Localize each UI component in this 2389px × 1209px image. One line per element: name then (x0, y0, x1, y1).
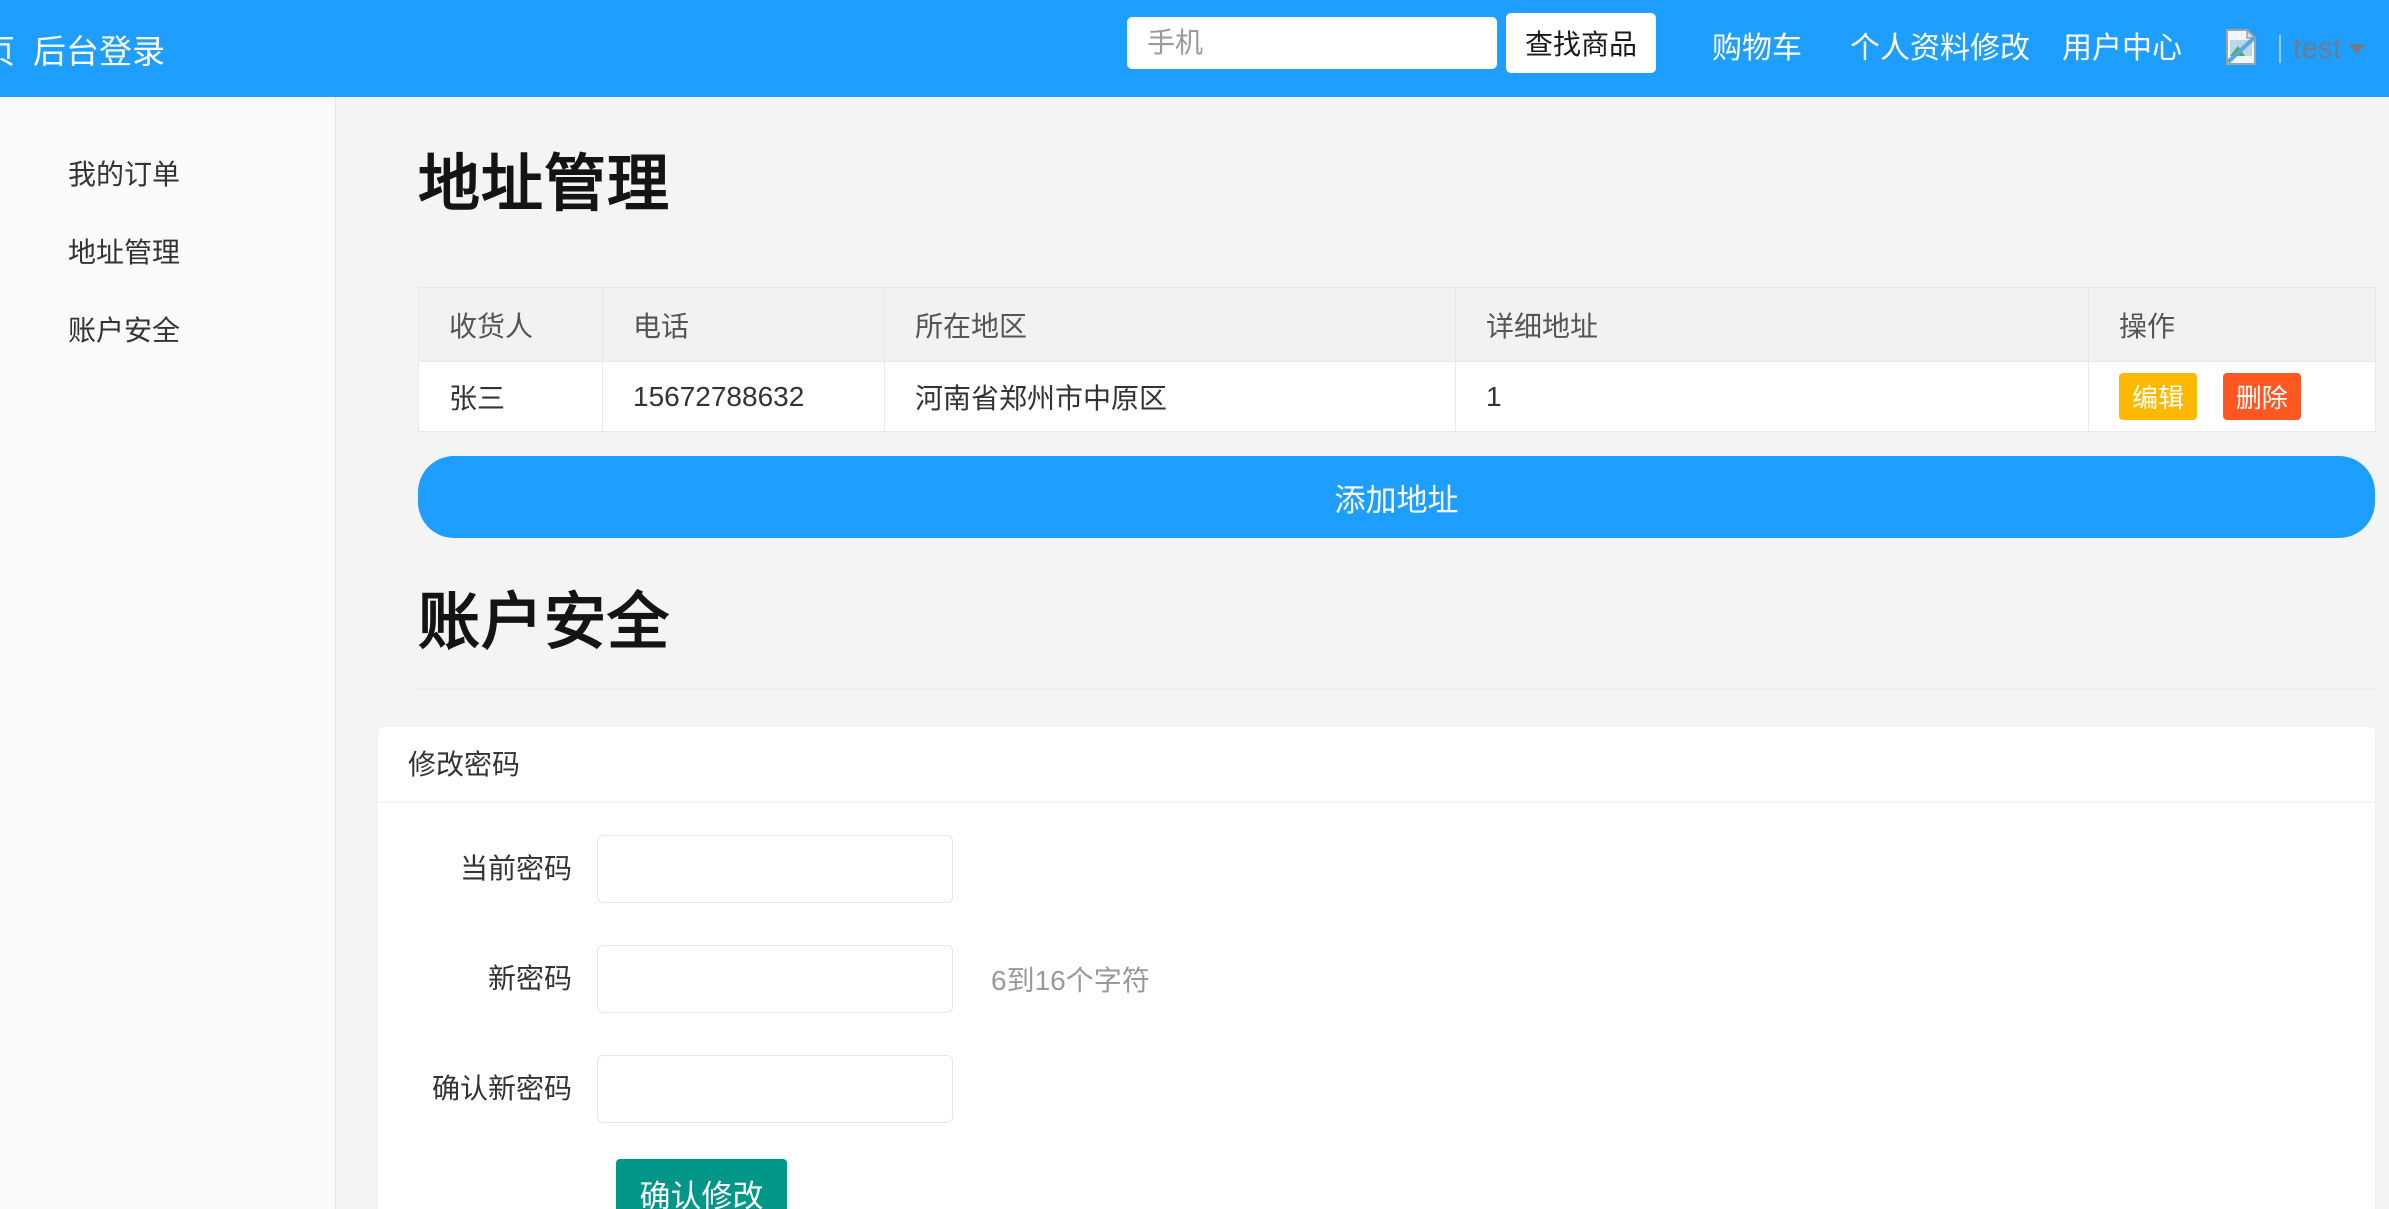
new-password-field[interactable] (597, 945, 953, 1013)
nav-item-user-center[interactable]: 用户中心 (2062, 0, 2182, 97)
confirm-change-button[interactable]: 确认修改 (616, 1159, 787, 1209)
change-password-form: 当前密码 新密码 6到16个字符 确认新密码 确认修改 (378, 803, 2375, 1209)
chevron-down-icon[interactable] (2348, 44, 2366, 54)
sidebar-item-account-security[interactable]: 账户安全 (0, 292, 335, 370)
delete-button[interactable]: 删除 (2223, 373, 2301, 420)
cell-phone: 15672788632 (603, 362, 885, 432)
page-title-address: 地址管理 (418, 133, 670, 223)
col-header-receiver: 收货人 (419, 288, 603, 362)
cell-region: 河南省郑州市中原区 (885, 362, 1456, 432)
current-password-field[interactable] (597, 835, 953, 903)
broken-image-icon[interactable] (2224, 26, 2258, 70)
new-password-hint: 6到16个字符 (991, 959, 1150, 999)
nav-item-profile-edit[interactable]: 个人资料修改 (1850, 0, 2030, 97)
col-header-detail: 详细地址 (1456, 288, 2089, 362)
top-navbar: 首页 后台登录 查找商品 购物车 个人资料修改 用户中心 test (0, 0, 2389, 97)
user-divider (2279, 35, 2281, 63)
new-password-label: 新密码 (378, 945, 572, 1013)
card-title: 修改密码 (378, 727, 2375, 803)
address-table: 收货人 电话 所在地区 详细地址 操作 张三 15672788632 河南省郑州… (418, 287, 2376, 432)
confirm-password-label: 确认新密码 (378, 1055, 572, 1123)
col-header-region: 所在地区 (885, 288, 1456, 362)
form-row-current-password: 当前密码 (378, 835, 2375, 903)
form-row-new-password: 新密码 6到16个字符 (378, 945, 2375, 1013)
nav-brand-group: 首页 后台登录 (0, 0, 165, 97)
edit-button[interactable]: 编辑 (2119, 373, 2197, 420)
form-row-confirm-password: 确认新密码 (378, 1055, 2375, 1123)
col-header-phone: 电话 (603, 288, 885, 362)
nav-item-home[interactable]: 首页 (0, 25, 15, 73)
confirm-password-field[interactable] (597, 1055, 953, 1123)
sidebar-item-address-management[interactable]: 地址管理 (0, 214, 335, 292)
search-input[interactable] (1127, 17, 1497, 69)
sidebar-item-my-orders[interactable]: 我的订单 (0, 136, 335, 214)
cell-detail: 1 (1456, 362, 2089, 432)
nav-item-cart[interactable]: 购物车 (1712, 0, 1802, 97)
add-address-button[interactable]: 添加地址 (418, 456, 2375, 538)
current-password-label: 当前密码 (378, 835, 572, 903)
nav-item-admin-login[interactable]: 后台登录 (33, 25, 165, 73)
section-divider (412, 688, 2377, 690)
cell-actions: 编辑 删除 (2089, 362, 2376, 432)
col-header-actions: 操作 (2089, 288, 2376, 362)
main-content: 地址管理 收货人 电话 所在地区 详细地址 操作 张三 15672788632 … (336, 97, 2389, 1209)
user-name[interactable]: test (2293, 0, 2341, 97)
change-password-card: 修改密码 当前密码 新密码 6到16个字符 确认新密码 确认修改 (378, 727, 2375, 1209)
table-header-row: 收货人 电话 所在地区 详细地址 操作 (419, 288, 2376, 362)
table-row: 张三 15672788632 河南省郑州市中原区 1 编辑 删除 (419, 362, 2376, 432)
sidebar: 我的订单 地址管理 账户安全 (0, 97, 336, 1209)
search-button[interactable]: 查找商品 (1506, 13, 1656, 73)
cell-receiver: 张三 (419, 362, 603, 432)
page-title-security: 账户安全 (418, 571, 670, 661)
